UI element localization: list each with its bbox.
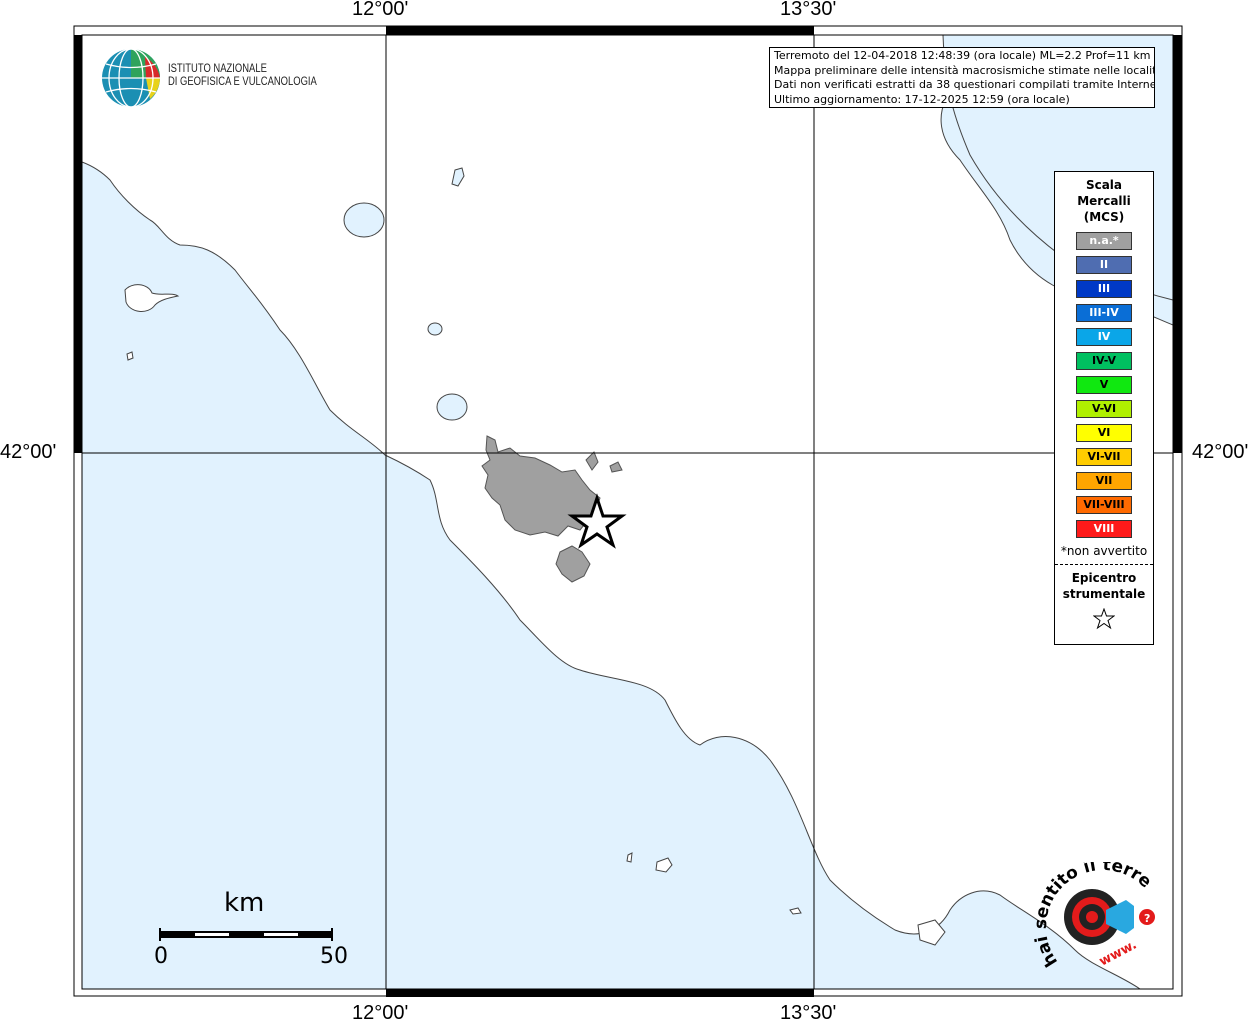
globe-icon: [102, 48, 160, 108]
legend-epicenter-line1: Epicentro: [1071, 571, 1137, 585]
hsit-logo-graphic: hai sentito il terremoto.it ? www.: [1021, 847, 1155, 970]
legend-divider: [1055, 564, 1153, 565]
svg-text:?: ?: [1144, 912, 1150, 925]
institute-name-line2: DI GEOFISICA E VULCANOLOGIA: [168, 76, 317, 88]
legend-swatch-viii: VIII: [1076, 520, 1132, 538]
legend-epicenter-line2: strumentale: [1062, 587, 1146, 601]
lon-label-bottom-right: 13°30': [780, 1002, 837, 1024]
legend-swatch-iv: IV: [1076, 328, 1132, 346]
legend-swatch-ii: II: [1076, 256, 1132, 274]
scale-max: 50: [320, 944, 348, 969]
lon-label-top-left: 12°00': [352, 0, 409, 20]
event-info-line2: Mappa preliminare delle intensità macros…: [774, 63, 1155, 77]
legend-title: Scala Mercalli (MCS): [1055, 177, 1153, 225]
legend-swatch-vi: VI: [1076, 424, 1132, 442]
legend-swatch-vii-viii: VII-VIII: [1076, 496, 1132, 514]
hsit-logo: hai sentito il terremoto.it ? www.: [1021, 847, 1170, 972]
event-info-line4: Ultimo aggiornamento: 17-12-2025 12:59 (…: [774, 92, 1070, 106]
legend-title-line2: Mercalli: [1077, 194, 1131, 208]
ingv-logo: ISTITUTO NAZIONALE DI GEOFISICA E VULCAN…: [100, 47, 320, 111]
isola-giglio: [126, 351, 134, 361]
institute-name-line1: ISTITUTO NAZIONALE: [168, 63, 267, 75]
event-info-box: Terremoto del 12-04-2018 12:48:39 (ora l…: [769, 47, 1155, 108]
lat-label-right: 42°00': [1192, 441, 1249, 463]
legend-swatch-iii: III: [1076, 280, 1132, 298]
lake-vico: [427, 322, 443, 336]
institute-name: ISTITUTO NAZIONALE DI GEOFISICA E VULCAN…: [168, 63, 317, 89]
legend-star-icon: [1093, 608, 1115, 630]
legend-swatch-v-vi: V-VI: [1076, 400, 1132, 418]
scale-unit: km: [224, 888, 265, 918]
lake-bolsena: [343, 202, 385, 238]
scale-bar-graphic: [159, 928, 333, 941]
legend-title-line1: Scala: [1085, 178, 1123, 192]
event-info-line1: Terremoto del 12-04-2018 12:48:39 (ora l…: [774, 49, 1151, 62]
lon-label-bottom-left: 12°00': [352, 1002, 409, 1024]
legend-swatch-vii: VII: [1076, 472, 1132, 490]
scale-min: 0: [154, 944, 168, 969]
legend-swatches: n.a.* II III III-IV IV IV-V V V-VI VI VI-VII VII VI…: [1055, 232, 1153, 538]
lat-label-left: 42°00': [0, 441, 57, 463]
legend-epicenter-title: Epicentro strumentale: [1055, 570, 1153, 602]
lon-label-top-right: 13°30': [780, 0, 837, 20]
event-info-line3: Dati non verificati estratti da 38 quest…: [774, 78, 1155, 91]
legend-title-line3: (MCS): [1083, 210, 1125, 224]
scale-bar: km 0 50: [150, 888, 350, 969]
legend-swatch-iv-v: IV-V: [1076, 352, 1132, 370]
legend-note: *non avvertito: [1060, 544, 1148, 558]
mcs-legend: Scala Mercalli (MCS) n.a.* II III III-IV IV I…: [1054, 171, 1154, 645]
legend-swatch-iii-iv: III-IV: [1076, 304, 1132, 322]
legend-swatch-v: V: [1076, 376, 1132, 394]
legend-swatch-vi-vii: VI-VII: [1076, 448, 1132, 466]
legend-swatch-n-a: n.a.*: [1076, 232, 1132, 250]
lake-bracciano: [436, 393, 468, 421]
